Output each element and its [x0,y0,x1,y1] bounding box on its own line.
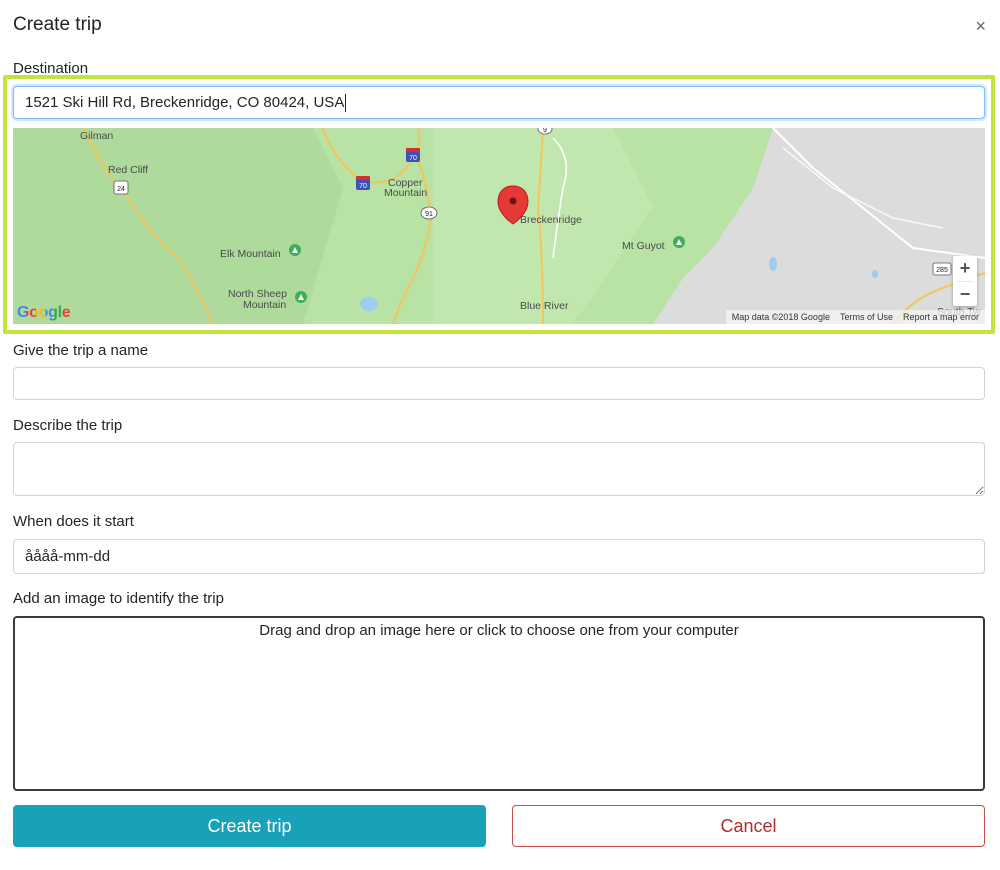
peak-icon-elk [289,244,301,256]
place-elk-mountain: Elk Mountain [220,248,281,260]
svg-text:70: 70 [359,183,367,190]
map-terms-link[interactable]: Terms of Use [840,312,893,322]
map-footer: Map data ©2018 Google Terms of Use Repor… [725,310,985,324]
svg-text:70: 70 [409,155,417,162]
close-icon[interactable]: × [975,16,986,36]
map-attribution: Map data ©2018 Google [731,312,830,322]
route-shield-24: 24 [113,180,129,195]
place-blue-river: Blue River [520,300,569,312]
peak-icon-mt-guyot [673,236,685,248]
create-trip-button[interactable]: Create trip [13,805,486,847]
peak-icon-north-sheep [295,291,307,303]
image-label: Add an image to identify the trip [13,590,224,607]
place-breckenridge: Breckenridge [520,214,582,226]
trip-name-label: Give the trip a name [13,342,149,359]
place-north-sheep-line2: Mountain [243,299,286,311]
map-report-link[interactable]: Report a map error [903,312,979,322]
place-mt-guyot: Mt Guyot [622,240,665,252]
svg-text:9: 9 [543,128,547,134]
svg-text:285: 285 [936,267,948,274]
route-shield-285: 285 [932,262,952,276]
destination-value: 1521 Ski Hill Rd, Breckenridge, CO 80424… [25,94,345,111]
google-logo: Google [17,304,71,321]
map-zoom-controls: + − [953,256,977,306]
drop-zone-text: Drag and drop an image here or click to … [259,622,739,639]
text-caret [345,93,347,112]
trip-description-label: Describe the trip [13,417,123,434]
zoom-out-button[interactable]: − [953,282,977,307]
trip-description-input[interactable] [13,442,985,496]
zoom-in-button[interactable]: + [953,256,977,281]
start-date-label: When does it start [13,513,134,530]
destination-input[interactable]: 1521 Ski Hill Rd, Breckenridge, CO 80424… [13,86,985,119]
start-date-value: åååå-mm-dd [25,548,111,565]
place-gilman: Gilman [80,130,113,142]
route-shield-91: 91 [420,206,438,220]
place-copper-line2: Mountain [384,187,427,199]
cancel-button[interactable]: Cancel [512,805,985,847]
place-red-cliff: Red Cliff [108,164,148,176]
highway-shield-70-west: 70 [356,176,370,190]
trip-name-input[interactable] [13,367,985,400]
image-drop-zone[interactable]: Drag and drop an image here or click to … [13,616,985,791]
destination-map[interactable]: 70 70 24 91 9 285 Gilman Red Cliff Coppe… [13,128,985,324]
modal-title: Create trip [13,14,102,35]
highway-shield-70-north: 70 [406,148,420,162]
svg-text:91: 91 [425,211,433,218]
svg-text:24: 24 [117,186,125,193]
start-date-input[interactable]: åååå-mm-dd [13,539,985,574]
